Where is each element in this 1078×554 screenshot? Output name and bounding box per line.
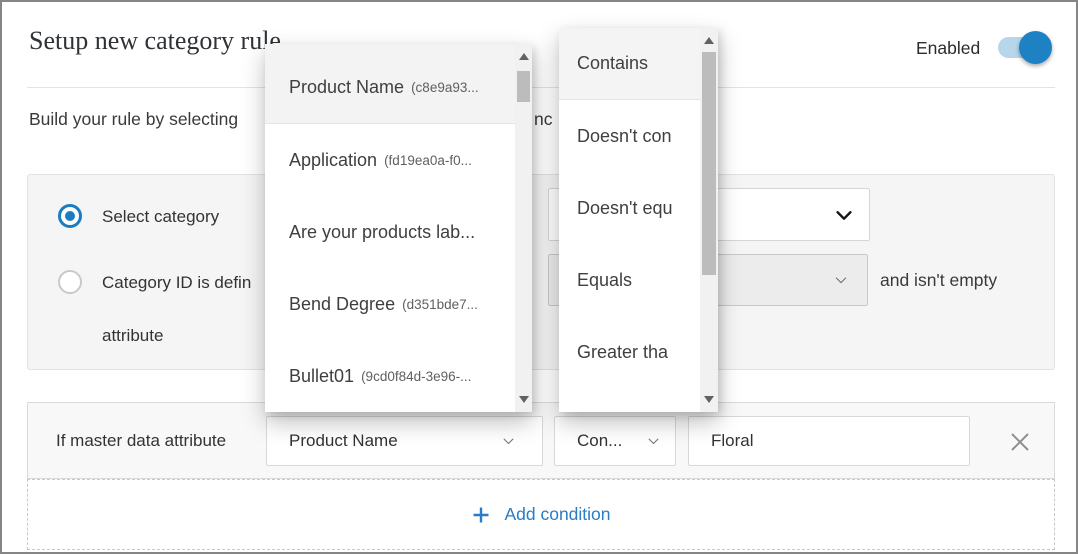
close-icon	[1008, 430, 1032, 454]
scroll-down-icon[interactable]	[704, 396, 714, 403]
operator-option-doesnt-contain[interactable]: Doesn't con	[559, 100, 718, 172]
condition-attribute-select-value: Product Name	[289, 431, 398, 451]
page-title: Setup new category rule	[29, 26, 281, 56]
scroll-down-icon[interactable]	[519, 396, 529, 403]
add-condition-label: Add condition	[504, 504, 610, 525]
attribute-option-bend-degree[interactable]: Bend Degree (d351bde7...	[265, 268, 532, 340]
plus-icon	[471, 505, 491, 525]
category-choice-panel: Select category Category ID is defin att…	[27, 174, 1055, 370]
attribute-option-bullet01[interactable]: Bullet01 (9cd0f84d-3e96-...	[265, 340, 532, 412]
attribute-option-product-name[interactable]: Product Name (c8e9a93...	[265, 52, 532, 124]
operator-dropdown-scrollbar[interactable]	[700, 28, 718, 412]
scroll-up-icon[interactable]	[519, 53, 529, 60]
radio-select-category[interactable]	[58, 204, 82, 228]
option-label: Product Name	[289, 77, 404, 98]
condition-value-input[interactable]	[688, 416, 970, 466]
condition-prefix-label: If master data attribute	[56, 431, 226, 451]
option-label: Application	[289, 150, 377, 171]
add-condition-button[interactable]: Add condition	[27, 479, 1055, 550]
option-id: (fd19ea0a-f0...	[384, 153, 472, 168]
condition-row: If master data attribute Product Name Co…	[27, 402, 1055, 479]
setup-category-rule-dialog: Setup new category rule Enabled Build yo…	[0, 0, 1078, 554]
operator-dropdown-panel: Contains Doesn't con Doesn't equ Equals …	[559, 28, 718, 412]
radio-category-id-label-line2[interactable]: attribute	[102, 326, 163, 346]
isnt-empty-label: and isn't empty	[880, 270, 997, 291]
attribute-option-application[interactable]: Application (fd19ea0a-f0...	[265, 124, 532, 196]
enabled-toggle-label: Enabled	[916, 38, 980, 59]
operator-option-doesnt-equal[interactable]: Doesn't equ	[559, 172, 718, 244]
option-id: (d351bde7...	[402, 297, 478, 312]
condition-operator-select-value: Con...	[577, 431, 622, 451]
chevron-down-icon	[646, 434, 661, 449]
radio-category-id[interactable]	[58, 270, 82, 294]
attribute-dropdown-panel: Product Name (c8e9a93... Application (fd…	[265, 44, 532, 412]
radio-select-category-label[interactable]: Select category	[102, 207, 219, 227]
attribute-dropdown-scrollbar[interactable]	[515, 44, 532, 412]
option-id: (c8e9a93...	[411, 80, 479, 95]
condition-operator-select[interactable]: Con...	[554, 416, 676, 466]
option-label: Bullet01	[289, 366, 354, 387]
attribute-option-are-your-products[interactable]: Are your products lab...	[265, 196, 532, 268]
option-id: (9cd0f84d-3e96-...	[361, 369, 471, 384]
condition-attribute-select[interactable]: Product Name	[266, 416, 543, 466]
chevron-down-icon	[501, 434, 516, 449]
operator-option-equals[interactable]: Equals	[559, 244, 718, 316]
option-label: Bend Degree	[289, 294, 395, 315]
enabled-toggle-knob[interactable]	[1019, 31, 1052, 64]
remove-condition-button[interactable]	[1008, 430, 1032, 454]
intro-text: Build your rule by selecting	[29, 109, 238, 130]
header-divider	[27, 87, 1055, 88]
chevron-down-icon	[833, 204, 855, 226]
operator-option-contains[interactable]: Contains	[559, 28, 718, 100]
radio-category-id-label-line1[interactable]: Category ID is defin	[102, 273, 268, 293]
chevron-down-icon	[833, 272, 849, 288]
scrollbar-thumb[interactable]	[517, 71, 530, 102]
scroll-up-icon[interactable]	[704, 37, 714, 44]
option-label: Are your products lab...	[289, 222, 475, 243]
operator-option-greater-than[interactable]: Greater tha	[559, 316, 718, 388]
intro-text-fragment: nc	[534, 109, 552, 130]
scrollbar-thumb[interactable]	[702, 52, 716, 275]
